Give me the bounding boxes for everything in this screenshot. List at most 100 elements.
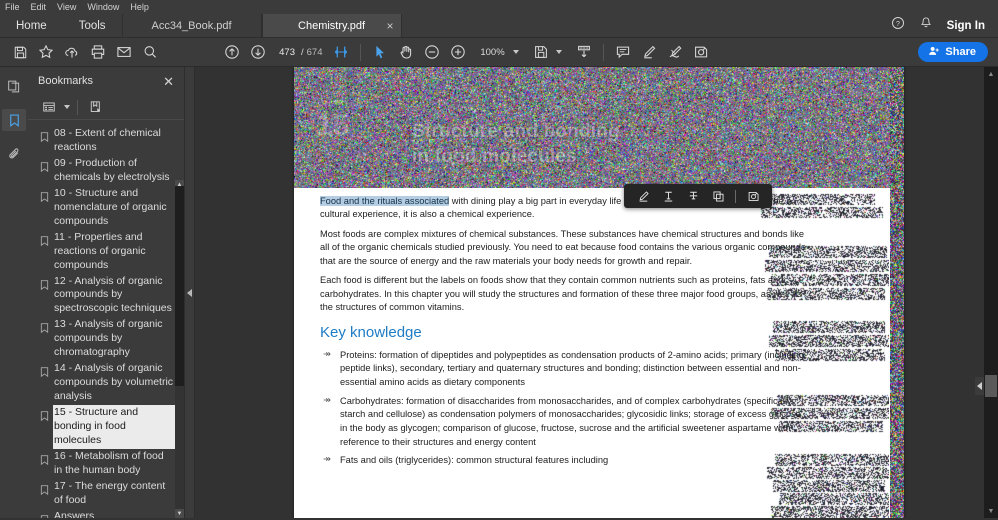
page-fit-chevron-down-icon[interactable] bbox=[555, 50, 562, 54]
bookmarks-list[interactable]: 08 - Extent of chemical reactions 09 - P… bbox=[28, 120, 184, 518]
bookmarks-ribbon-icon[interactable] bbox=[2, 109, 26, 131]
main-body: Bookmarks ✕ 08 - Extent of chemical reac… bbox=[0, 67, 998, 518]
menu-item-help[interactable]: Help bbox=[130, 0, 149, 14]
file-actions-group bbox=[7, 40, 163, 64]
sign-in-button[interactable]: Sign In bbox=[947, 20, 985, 32]
bookmark-item-0[interactable]: 08 - Extent of chemical reactions bbox=[28, 126, 184, 156]
bookmark-ribbon-icon bbox=[40, 512, 49, 518]
document-viewport[interactable]: CHAPTER 15 Structure and bonding in food… bbox=[195, 67, 998, 518]
key-knowledge-heading: Key knowledge bbox=[320, 323, 422, 341]
bookmarks-scroll-thumb[interactable] bbox=[175, 186, 184, 386]
search-magnifier-icon[interactable] bbox=[137, 40, 163, 64]
attachments-paperclip-icon[interactable] bbox=[2, 143, 26, 165]
bookmark-ribbon-icon bbox=[40, 277, 49, 295]
close-tab-icon[interactable]: × bbox=[387, 20, 394, 32]
page-text-column[interactable]: Food and the rituals associated with din… bbox=[294, 188, 904, 518]
hand-pan-icon[interactable] bbox=[393, 40, 419, 64]
select-cursor-icon[interactable] bbox=[367, 40, 393, 64]
menu-item-window[interactable]: Window bbox=[87, 0, 119, 14]
tools-button[interactable]: Tools bbox=[63, 14, 122, 37]
bookmark-item-2[interactable]: 10 - Structure and nomenclature of organ… bbox=[28, 186, 184, 230]
menu-bar: File Edit View Window Help bbox=[0, 0, 998, 14]
viewport-collapse-handle[interactable] bbox=[975, 377, 984, 395]
document-tab-acc34[interactable]: Acc34_Book.pdf bbox=[121, 14, 262, 37]
bookmark-item-1[interactable]: 09 - Production of chemicals by electrol… bbox=[28, 156, 184, 186]
zoom-in-icon[interactable] bbox=[445, 40, 471, 64]
collapse-panel-handle[interactable] bbox=[185, 67, 195, 518]
bookmark-ribbon-icon bbox=[40, 233, 49, 251]
annotation-popup-toolbar[interactable] bbox=[624, 184, 772, 208]
print-icon[interactable] bbox=[85, 40, 111, 64]
add-comment-icon[interactable] bbox=[610, 40, 636, 64]
scroll-down-icon[interactable]: ▼ bbox=[984, 504, 998, 518]
document-tab-chemistry[interactable]: Chemistry.pdf × bbox=[261, 14, 402, 37]
highlight-pen-icon[interactable] bbox=[636, 40, 662, 64]
bookmark-label: 12 - Analysis of organic compounds by sp… bbox=[54, 274, 172, 315]
tab-strip-spacer bbox=[402, 14, 891, 37]
strikethrough-text-icon[interactable] bbox=[681, 186, 705, 206]
help-circle-icon[interactable]: ? bbox=[891, 16, 905, 35]
zoom-out-icon[interactable] bbox=[419, 40, 445, 64]
bookmark-label: 09 - Production of chemicals by electrol… bbox=[54, 156, 170, 183]
bookmark-label: 15 - Structure and bonding in food molec… bbox=[54, 406, 174, 448]
page-thumbnails-icon[interactable] bbox=[2, 75, 26, 97]
bookmark-item-6[interactable]: 14 - Analysis of organic compounds by vo… bbox=[28, 361, 184, 405]
highlight-marker-icon[interactable] bbox=[631, 186, 655, 206]
home-button[interactable]: Home bbox=[0, 14, 63, 37]
stamp-icon[interactable] bbox=[688, 40, 714, 64]
zoom-level-value[interactable]: 100% bbox=[479, 47, 507, 58]
key-knowledge-item-2: Fats and oils (triglycerides): common st… bbox=[320, 453, 808, 468]
freehand-draw-icon[interactable] bbox=[662, 40, 688, 64]
key-knowledge-item-1: Carbohydrates: formation of disaccharide… bbox=[320, 394, 808, 450]
upload-cloud-icon[interactable] bbox=[59, 40, 85, 64]
bookmark-item-5[interactable]: 13 - Analysis of organic compounds by ch… bbox=[28, 317, 184, 361]
bookmark-item-9[interactable]: 17 - The energy content of food bbox=[28, 479, 184, 509]
bookmark-ribbon-icon bbox=[40, 129, 49, 147]
bookmark-label: 10 - Structure and nomenclature of organ… bbox=[54, 186, 167, 227]
fit-width-icon[interactable] bbox=[328, 40, 354, 64]
document-scrollbar[interactable]: ▲ ▼ bbox=[984, 67, 998, 518]
bookmark-options-list-icon[interactable] bbox=[38, 97, 60, 117]
previous-page-arrow-icon[interactable] bbox=[219, 40, 245, 64]
collapse-panel-chevron-left-icon bbox=[187, 288, 192, 297]
scroll-mode-icon[interactable] bbox=[571, 40, 597, 64]
bookmarks-panel-toolbar bbox=[28, 95, 184, 120]
share-button[interactable]: Share bbox=[918, 42, 988, 62]
bookmark-options-chevron-down-icon[interactable] bbox=[64, 105, 70, 109]
bookmark-label: 08 - Extent of chemical reactions bbox=[54, 127, 161, 153]
chapter-number: 15 bbox=[316, 109, 350, 142]
underline-text-icon[interactable] bbox=[656, 186, 680, 206]
bookmarks-scrollbar[interactable]: ▲ ▼ bbox=[175, 180, 184, 518]
key-knowledge-list: Proteins: formation of dipeptides and po… bbox=[320, 348, 808, 468]
selected-text[interactable]: Food and the rituals associated bbox=[320, 196, 450, 206]
save-icon[interactable] bbox=[7, 40, 33, 64]
add-to-favorites-star-icon[interactable] bbox=[33, 40, 59, 64]
menu-item-edit[interactable]: Edit bbox=[31, 0, 47, 14]
menu-item-file[interactable]: File bbox=[5, 0, 20, 14]
email-envelope-icon[interactable] bbox=[111, 40, 137, 64]
scroll-up-icon[interactable]: ▲ bbox=[984, 67, 998, 81]
page-fit-icon[interactable] bbox=[528, 40, 554, 64]
copy-text-icon[interactable] bbox=[706, 186, 730, 206]
more-annotation-tools-icon[interactable] bbox=[741, 186, 765, 206]
close-panel-icon[interactable]: ✕ bbox=[161, 73, 176, 90]
bookmarks-panel: Bookmarks ✕ 08 - Extent of chemical reac… bbox=[28, 67, 185, 518]
command-toolbar: 473 / 674 100% Share bbox=[0, 38, 998, 67]
notification-bell-icon[interactable] bbox=[919, 16, 933, 35]
bookmark-item-8[interactable]: 16 - Metabolism of food in the human bod… bbox=[28, 449, 184, 479]
bookmarks-scroll-down-icon[interactable]: ▼ bbox=[175, 509, 184, 518]
next-page-arrow-icon[interactable] bbox=[245, 40, 271, 64]
scroll-thumb[interactable] bbox=[985, 375, 997, 397]
bookmark-label: 17 - The energy content of food bbox=[54, 479, 166, 506]
bookmark-item-10[interactable]: Answers bbox=[28, 509, 184, 518]
bookmark-item-3[interactable]: 11 - Properties and reactions of organic… bbox=[28, 230, 184, 274]
menu-item-view[interactable]: View bbox=[57, 0, 76, 14]
new-bookmark-icon[interactable] bbox=[85, 97, 107, 117]
bookmark-item-4[interactable]: 12 - Analysis of organic compounds by sp… bbox=[28, 274, 184, 318]
current-page-input[interactable]: 473 bbox=[276, 45, 298, 59]
acrobat-window: File Edit View Window Help Home Tools Ac… bbox=[0, 0, 998, 520]
zoom-dropdown-chevron-down-icon[interactable] bbox=[512, 50, 519, 54]
pdf-page: CHAPTER 15 Structure and bonding in food… bbox=[294, 67, 904, 518]
bookmark-item-7[interactable]: 15 - Structure and bonding in food molec… bbox=[28, 405, 184, 449]
page-number-indicator: 473 / 674 bbox=[276, 45, 323, 59]
